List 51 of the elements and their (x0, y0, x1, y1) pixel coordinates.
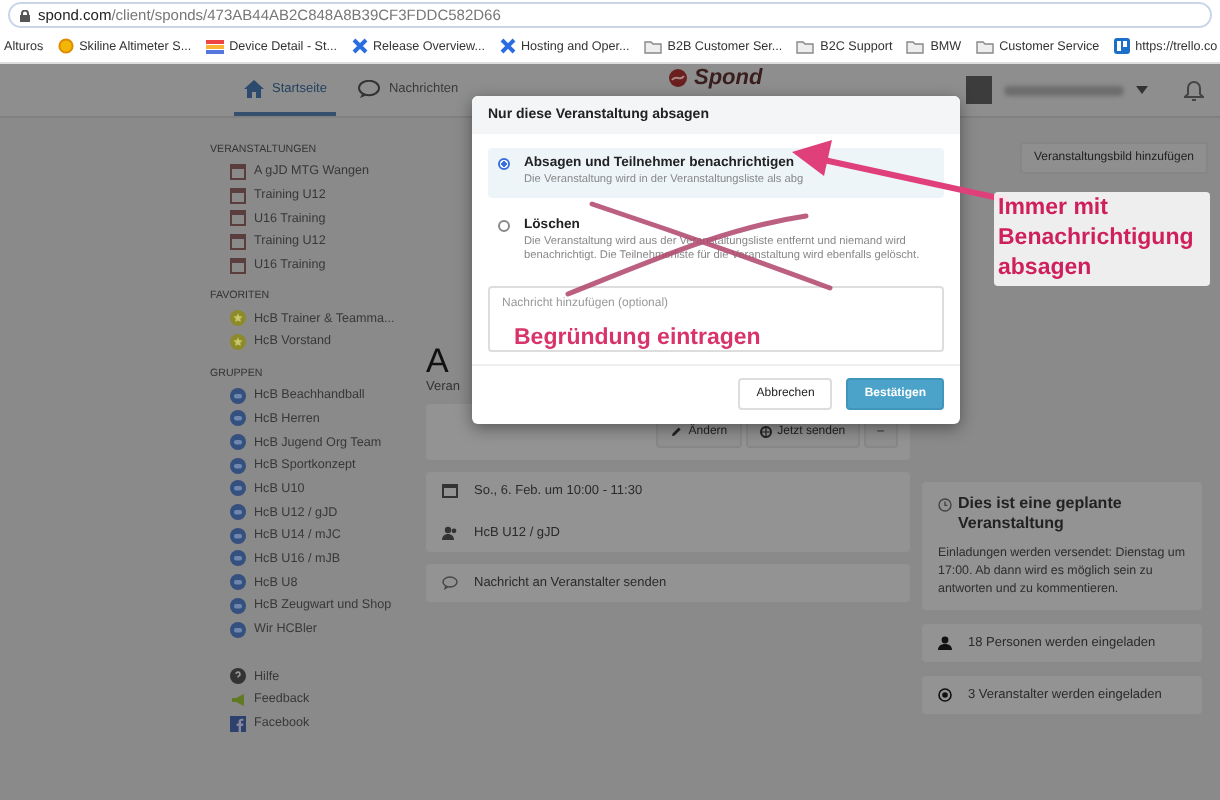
group-icon (230, 410, 246, 427)
cross-logo-icon (499, 38, 515, 54)
folder-icon (906, 39, 925, 53)
megaphone-icon (230, 691, 246, 708)
group-icon (230, 457, 246, 474)
board-icon (1113, 38, 1130, 54)
group-icon (230, 504, 246, 521)
logo-text: Spond (694, 66, 763, 90)
group-icon (230, 574, 246, 591)
globe-icon (759, 426, 772, 438)
calendar-icon (230, 233, 246, 250)
people-icon (442, 526, 458, 540)
group-icon (230, 621, 246, 638)
calendar-icon (230, 210, 246, 227)
callout-text: Immer mit Benachrichtigung absagen (994, 192, 1210, 286)
circle-logo-icon (57, 38, 74, 54)
help-icon (230, 668, 246, 685)
event-title: A (426, 342, 451, 380)
stripes-icon (205, 39, 224, 53)
person-icon (938, 636, 952, 651)
target-icon (938, 688, 952, 703)
chat-icon (358, 79, 381, 97)
blurred-name (1004, 85, 1124, 95)
folder-icon (975, 39, 994, 53)
annotation-note: Begründung eintragen (514, 326, 761, 350)
schedule-heading: Dies ist eine geplante Veranstaltung (958, 494, 1124, 534)
group-icon (230, 434, 246, 451)
radio-button[interactable] (498, 219, 510, 232)
star-icon (230, 333, 246, 350)
clock-icon (938, 497, 952, 511)
calendar-icon (230, 187, 246, 204)
star-icon (230, 310, 246, 327)
logo-mark-icon (668, 68, 688, 88)
group-icon (230, 387, 246, 404)
facebook-icon (230, 715, 246, 732)
caret-icon[interactable] (1136, 86, 1148, 94)
calendar-icon (230, 257, 246, 274)
folder-icon (796, 39, 815, 53)
group-icon (230, 597, 246, 614)
calendar-icon (230, 163, 246, 180)
group-icon (230, 550, 246, 567)
speech-bubble-icon (442, 576, 458, 590)
group-icon (230, 480, 246, 497)
bell-icon[interactable] (1184, 79, 1204, 101)
group-icon (230, 527, 246, 544)
cross-logo-icon (351, 38, 367, 54)
folder-icon (643, 39, 662, 53)
lock-icon (20, 9, 30, 21)
calendar-icon (442, 484, 458, 498)
home-icon (244, 79, 264, 97)
radio-button[interactable] (498, 158, 510, 170)
